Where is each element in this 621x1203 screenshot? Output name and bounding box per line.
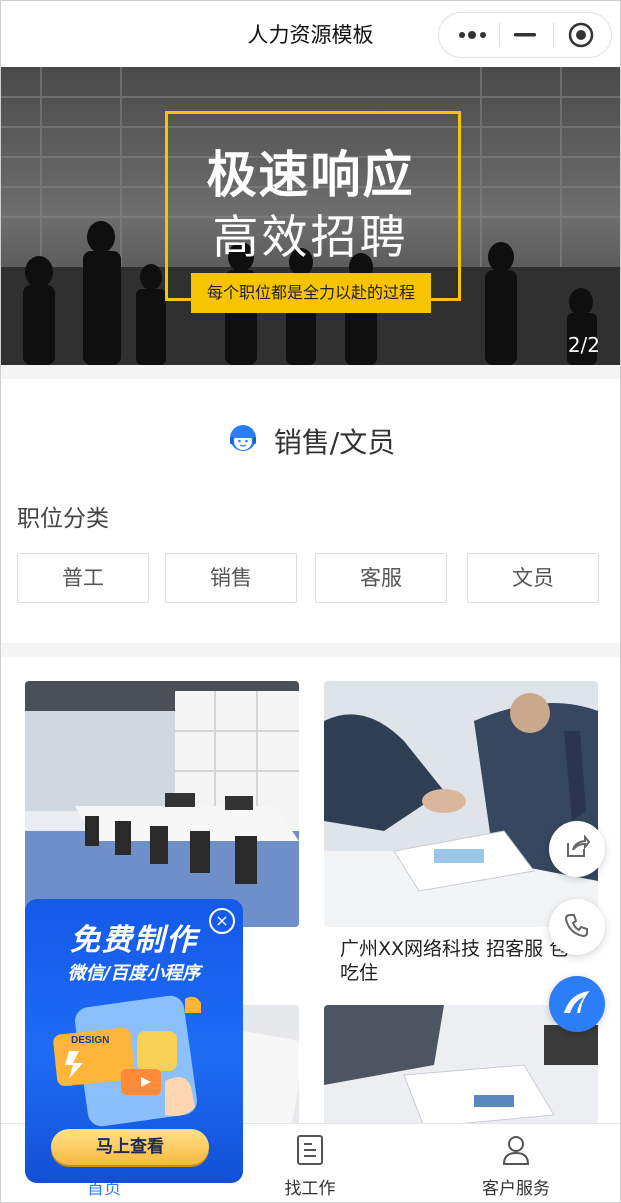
person-headset-icon xyxy=(226,422,260,460)
tab-customer-service[interactable]: 客户服务 xyxy=(413,1124,619,1202)
document-icon xyxy=(295,1134,325,1166)
navigation-bar: 人力资源模板 xyxy=(1,1,620,67)
category-title: 职位分类 xyxy=(17,506,109,532)
category-button-clerk[interactable]: 文员 xyxy=(467,553,599,603)
promo-subtitle: 微信/百度小程序 xyxy=(67,963,201,984)
banner-tagline: 每个职位都是全力以赴的过程 xyxy=(191,273,431,313)
category-section: 销售/文员 职位分类 普工 销售 客服 文员 xyxy=(1,379,620,643)
brand-button[interactable] xyxy=(549,976,605,1032)
banner-subline: 高效招聘 xyxy=(212,210,409,264)
minimize-icon[interactable] xyxy=(497,13,553,57)
category-button-service[interactable]: 客服 xyxy=(315,553,447,603)
category-buttons: 普工 销售 客服 文员 xyxy=(17,553,601,603)
category-button-pugong[interactable]: 普工 xyxy=(17,553,149,603)
category-button-sales[interactable]: 销售 xyxy=(165,553,297,603)
banner-carousel[interactable]: 极速响应 高效招聘 每个职位都是全力以赴的过程 2/2 xyxy=(1,67,620,365)
share-icon xyxy=(564,834,591,863)
job-image-meeting xyxy=(324,681,598,927)
section-heading-text: 销售/文员 xyxy=(273,426,396,459)
promo-popup[interactable]: 免费制作 微信/百度小程序 × DESIGN 马上查看 xyxy=(25,899,243,1183)
more-dots-icon[interactable] xyxy=(445,13,501,57)
job-image-office xyxy=(25,681,299,927)
phone-button[interactable] xyxy=(549,899,605,955)
close-icon[interactable]: × xyxy=(209,908,235,934)
user-icon xyxy=(501,1134,531,1166)
tab-label: 客户服务 xyxy=(482,1179,550,1199)
carousel-counter: 2/2 xyxy=(567,333,600,357)
phone-screen: 人力资源模板 极速响应 高效招聘 每个职位都是全力以赴的过程 2/2 销售/文员… xyxy=(0,0,621,1203)
sail-logo-icon xyxy=(560,987,594,1021)
capsule-menu xyxy=(438,12,612,58)
share-button[interactable] xyxy=(549,821,605,877)
illustration-label: DESIGN xyxy=(71,1035,109,1046)
section-heading: 销售/文员 xyxy=(1,421,620,461)
promo-illustration: DESIGN xyxy=(53,995,201,1127)
target-close-icon[interactable] xyxy=(553,13,609,57)
banner-headline: 极速响应 xyxy=(206,146,415,204)
phone-icon xyxy=(564,912,590,942)
promo-view-button[interactable]: 马上查看 xyxy=(51,1129,209,1165)
